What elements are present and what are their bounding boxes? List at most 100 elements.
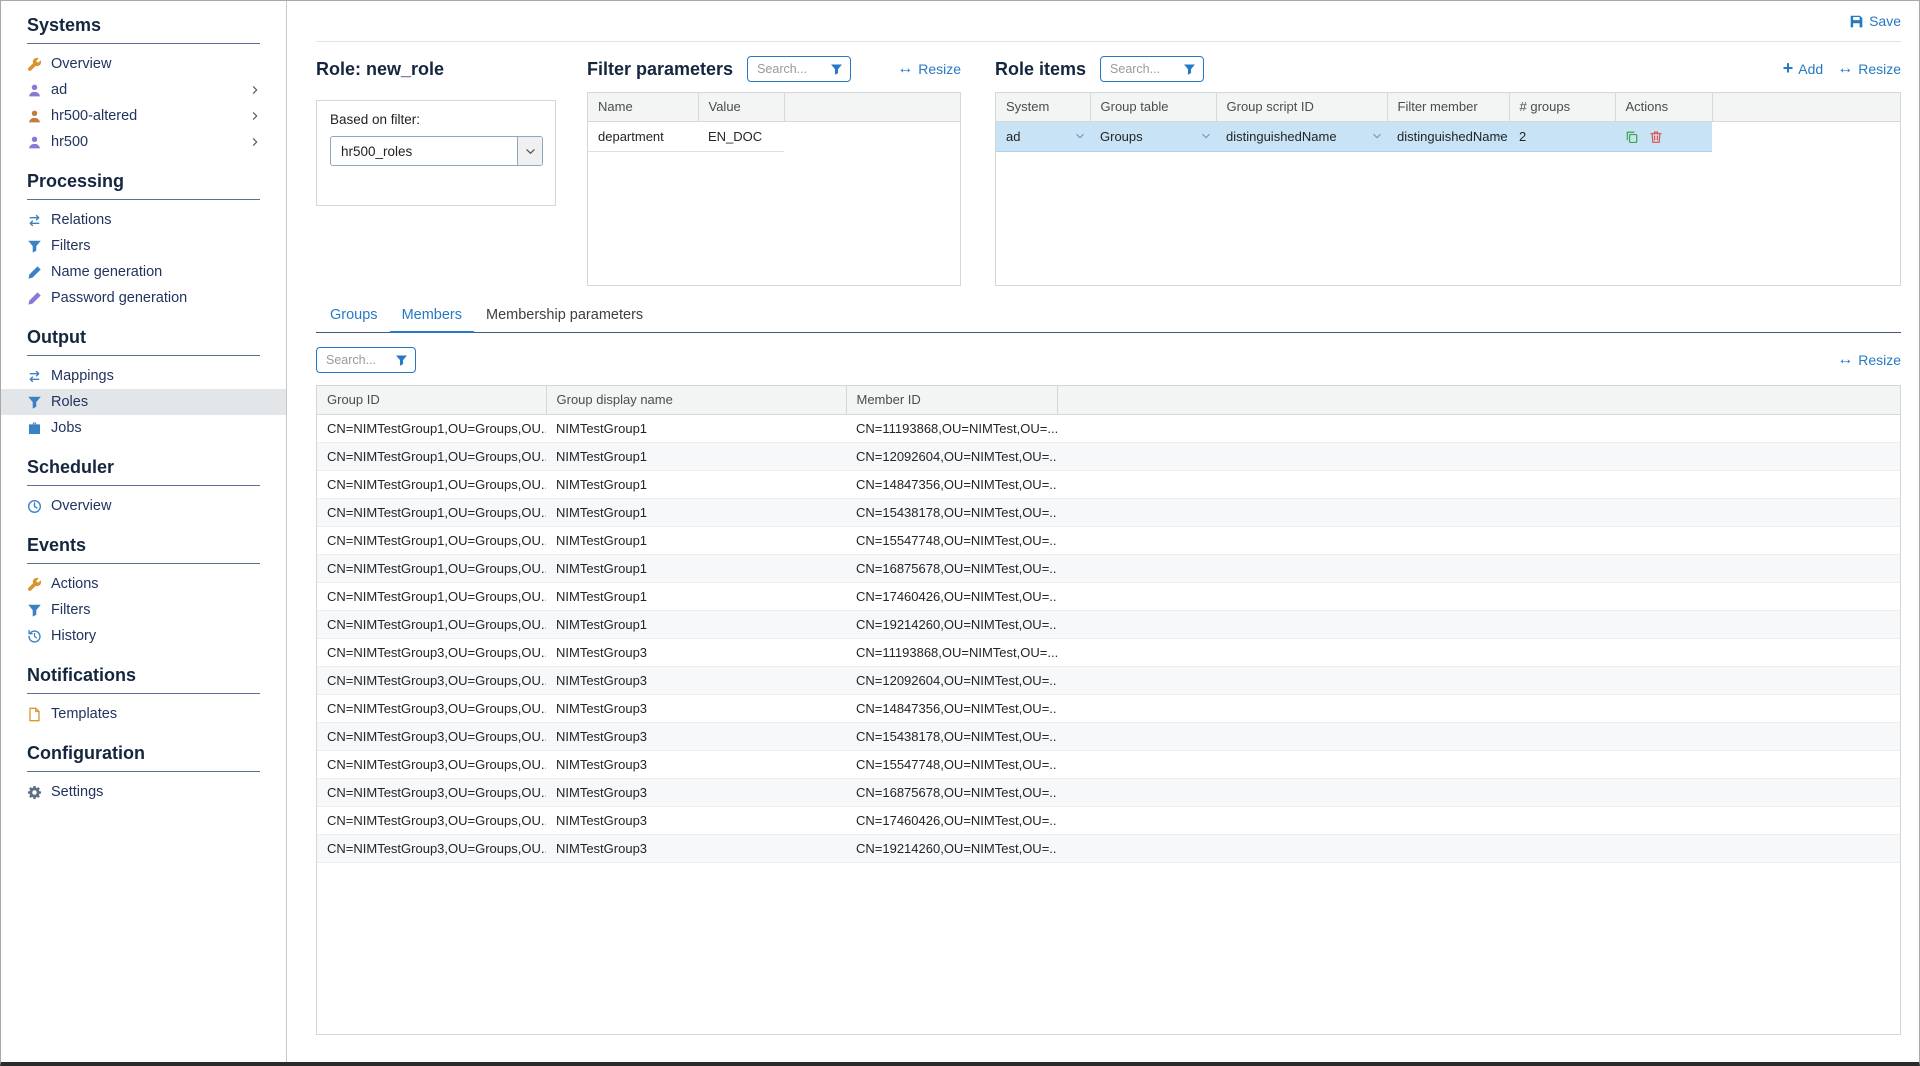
search-input[interactable] — [1108, 61, 1179, 77]
arrows-icon — [27, 213, 42, 228]
name-column-header[interactable]: Name — [588, 93, 698, 121]
trash-icon[interactable] — [1649, 130, 1663, 144]
group-display-name-column-header[interactable]: Group display name — [546, 386, 846, 414]
sidebar-item-jobs[interactable]: Jobs — [1, 415, 286, 441]
sidebar-item-label: ad — [51, 82, 67, 98]
copy-icon[interactable] — [1625, 130, 1639, 144]
member-row[interactable]: CN=NIMTestGroup3,OU=Groups,OU...NIMTestG… — [317, 722, 1900, 750]
save-button[interactable]: Save — [1849, 13, 1901, 29]
system-cell[interactable]: ad — [996, 121, 1090, 152]
sidebar-item-mappings[interactable]: Mappings — [1, 363, 286, 389]
sidebar-item-relations[interactable]: Relations — [1, 207, 286, 233]
member-row[interactable]: CN=NIMTestGroup1,OU=Groups,OU...NIMTestG… — [317, 498, 1900, 526]
member-row[interactable]: CN=NIMTestGroup3,OU=Groups,OU...NIMTestG… — [317, 694, 1900, 722]
members-table: Group ID Group display name Member ID CN… — [317, 386, 1900, 863]
group-script-id-column-header[interactable]: Group script ID — [1216, 93, 1387, 121]
search-input[interactable] — [324, 352, 391, 368]
sidebar-item-name-generation[interactable]: Name generation — [1, 259, 286, 285]
member-row[interactable]: CN=NIMTestGroup1,OU=Groups,OU...NIMTestG… — [317, 582, 1900, 610]
role-item-row[interactable]: adGroupsdistinguishedNamedistinguishedNa… — [996, 121, 1900, 152]
sidebar-item-overview[interactable]: Overview — [1, 51, 286, 77]
add-button[interactable]: + Add — [1783, 60, 1823, 78]
group-id-cell: CN=NIMTestGroup1,OU=Groups,OU... — [317, 470, 546, 498]
sidebar-item-label: Filters — [51, 238, 90, 254]
sidebar-item-filters[interactable]: Filters — [1, 233, 286, 259]
filter-parameter-row[interactable]: departmentEN_DOC — [588, 121, 960, 151]
filter-icon — [830, 63, 843, 76]
group-script-id-cell[interactable]: distinguishedName — [1216, 121, 1387, 152]
sidebar-item-list: ActionsFiltersHistory — [1, 571, 286, 649]
filler-cell — [1057, 778, 1900, 806]
member-row[interactable]: CN=NIMTestGroup1,OU=Groups,OU...NIMTestG… — [317, 470, 1900, 498]
sidebar-item-roles[interactable]: Roles — [1, 389, 286, 415]
tab-groups[interactable]: Groups — [318, 300, 390, 333]
sidebar-item-hr500[interactable]: hr500 — [1, 129, 286, 155]
wrench-icon — [27, 57, 42, 72]
sidebar-item-password-generation[interactable]: Password generation — [1, 285, 286, 311]
group-id-column-header[interactable]: Group ID — [317, 386, 546, 414]
tab-membership-parameters[interactable]: Membership parameters — [474, 300, 655, 333]
sidebar-item-ad[interactable]: ad — [1, 77, 286, 103]
role-items-search — [1100, 56, 1204, 82]
filler-cell — [1057, 498, 1900, 526]
tab-members[interactable]: Members — [390, 300, 474, 333]
group-display-name-cell: NIMTestGroup1 — [546, 526, 846, 554]
group-table-cell[interactable]: Groups — [1090, 121, 1216, 152]
member-id-column-header[interactable]: Member ID — [846, 386, 1057, 414]
filler-cell — [1057, 638, 1900, 666]
group-display-name-cell: NIMTestGroup1 — [546, 554, 846, 582]
member-row[interactable]: CN=NIMTestGroup3,OU=Groups,OU...NIMTestG… — [317, 750, 1900, 778]
member-row[interactable]: CN=NIMTestGroup1,OU=Groups,OU...NIMTestG… — [317, 442, 1900, 470]
group-table-column-header[interactable]: Group table — [1090, 93, 1216, 121]
member-id-cell: CN=17460426,OU=NIMTest,OU=... — [846, 806, 1057, 834]
member-row[interactable]: CN=NIMTestGroup3,OU=Groups,OU...NIMTestG… — [317, 778, 1900, 806]
search-input[interactable] — [755, 61, 826, 77]
resize-icon: ↔ — [1837, 352, 1853, 368]
resize-button[interactable]: ↔ Resize — [1837, 61, 1901, 77]
groups-count-column-header[interactable]: # groups — [1509, 93, 1615, 121]
sidebar-section: ProcessingRelationsFiltersName generatio… — [1, 171, 286, 311]
group-display-name-cell: NIMTestGroup1 — [546, 470, 846, 498]
sidebar-section-title: Events — [27, 535, 260, 564]
resize-button[interactable]: ↔ Resize — [1837, 352, 1901, 368]
member-row[interactable]: CN=NIMTestGroup1,OU=Groups,OU...NIMTestG… — [317, 526, 1900, 554]
filler-cell — [1057, 526, 1900, 554]
member-row[interactable]: CN=NIMTestGroup1,OU=Groups,OU...NIMTestG… — [317, 610, 1900, 638]
member-row[interactable]: CN=NIMTestGroup3,OU=Groups,OU...NIMTestG… — [317, 666, 1900, 694]
sidebar-item-templates[interactable]: Templates — [1, 701, 286, 727]
sidebar-item-history[interactable]: History — [1, 623, 286, 649]
sidebar-item-filters[interactable]: Filters — [1, 597, 286, 623]
member-id-cell: CN=17460426,OU=NIMTest,OU=... — [846, 582, 1057, 610]
system-column-header[interactable]: System — [996, 93, 1090, 121]
filter-member-column-header[interactable]: Filter member — [1387, 93, 1509, 121]
sidebar-item-actions[interactable]: Actions — [1, 571, 286, 597]
member-row[interactable]: CN=NIMTestGroup3,OU=Groups,OU...NIMTestG… — [317, 638, 1900, 666]
user-icon — [27, 135, 42, 150]
member-row[interactable]: CN=NIMTestGroup3,OU=Groups,OU...NIMTestG… — [317, 806, 1900, 834]
filter-member-cell[interactable]: distinguishedName — [1387, 121, 1509, 152]
resize-button[interactable]: ↔ Resize — [897, 61, 961, 77]
chevron-down-icon — [1494, 131, 1504, 141]
group-display-name-cell: NIMTestGroup3 — [546, 666, 846, 694]
member-id-cell: CN=19214260,OU=NIMTest,OU=... — [846, 834, 1057, 862]
sidebar-item-label: Roles — [51, 394, 88, 410]
clock-icon — [27, 499, 42, 514]
sidebar-item-settings[interactable]: Settings — [1, 779, 286, 805]
members-toolbar: ↔ Resize — [316, 347, 1901, 373]
member-row[interactable]: CN=NIMTestGroup1,OU=Groups,OU...NIMTestG… — [317, 554, 1900, 582]
sidebar-item-overview[interactable]: Overview — [1, 493, 286, 519]
actions-cell — [1615, 121, 1712, 152]
based-on-filter-select[interactable]: hr500_roles — [330, 136, 543, 166]
group-display-name-cell: NIMTestGroup3 — [546, 722, 846, 750]
gear-icon — [27, 785, 42, 800]
value-column-header[interactable]: Value — [698, 93, 784, 121]
sidebar-item-hr500-altered[interactable]: hr500-altered — [1, 103, 286, 129]
tabs: GroupsMembersMembership parameters — [316, 300, 1901, 333]
member-row[interactable]: CN=NIMTestGroup3,OU=Groups,OU...NIMTestG… — [317, 834, 1900, 862]
member-row[interactable]: CN=NIMTestGroup1,OU=Groups,OU...NIMTestG… — [317, 414, 1900, 442]
resize-icon: ↔ — [1837, 61, 1853, 77]
pencil-icon — [27, 265, 42, 280]
save-label: Save — [1869, 13, 1901, 29]
user-icon — [27, 109, 42, 124]
select-dropdown-button[interactable] — [517, 137, 542, 165]
